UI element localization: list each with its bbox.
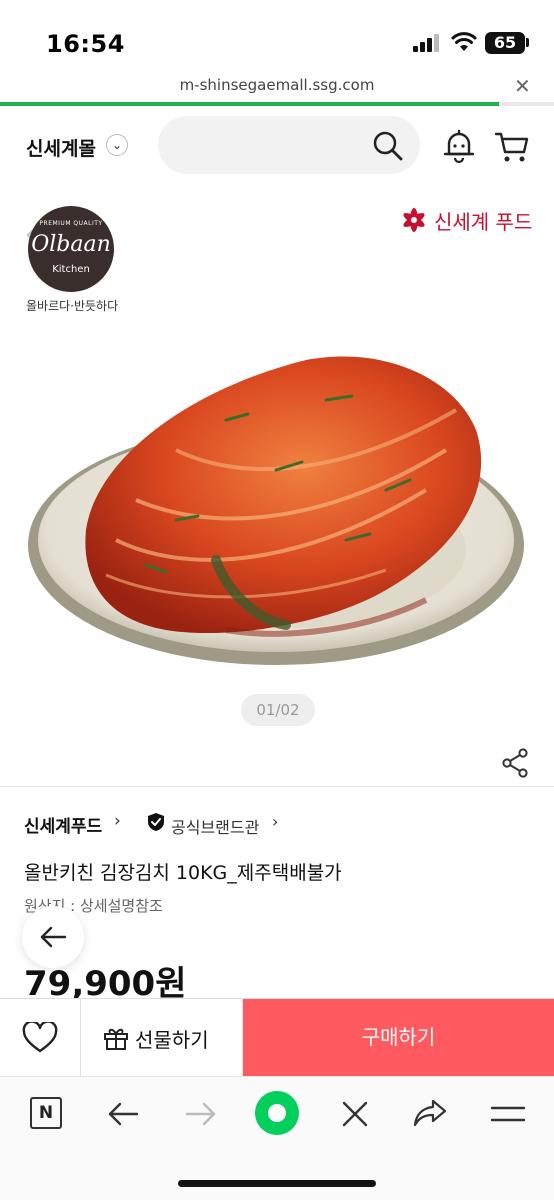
chevron-right-icon[interactable]: ›: [272, 812, 278, 831]
home-button[interactable]: [255, 1091, 299, 1135]
product-image[interactable]: [26, 340, 526, 680]
product-title: 올반키친 김장김치 10KG_제주택배불가: [24, 862, 342, 884]
battery-indicator: 65: [485, 32, 525, 54]
seller-name[interactable]: 신세계푸드: [24, 812, 102, 837]
url-text[interactable]: m-shinsegaemall.ssg.com: [0, 76, 554, 94]
load-progress-bar: [0, 102, 499, 106]
flower-icon: [403, 208, 425, 232]
cart-icon[interactable]: [494, 130, 530, 164]
carousel-pager: 01/02: [241, 694, 315, 726]
forward-arrow-icon[interactable]: [185, 1100, 217, 1128]
shield-check-icon: [148, 813, 164, 831]
chevron-down-icon[interactable]: ⌄: [106, 134, 128, 156]
section-divider: [0, 786, 554, 787]
share-arrow-icon[interactable]: [413, 1098, 447, 1128]
status-time: 16:54: [46, 30, 125, 58]
menu-icon[interactable]: [490, 1102, 526, 1126]
close-icon[interactable]: [340, 1099, 370, 1129]
olbaan-logo-name: Olbaan: [31, 232, 111, 257]
official-brand-link[interactable]: 공식브랜드관: [171, 814, 259, 838]
wifi-icon: [451, 32, 477, 51]
gift-button-label: 선물하기: [135, 1028, 209, 1052]
bell-icon[interactable]: [440, 128, 478, 164]
heart-icon: [22, 1022, 58, 1053]
back-arrow-icon: [40, 926, 67, 948]
home-indicator: [178, 1180, 376, 1187]
back-arrow-icon[interactable]: [107, 1100, 139, 1128]
gift-icon: [104, 1028, 128, 1050]
signal-icon: [413, 34, 439, 52]
chevron-right-icon[interactable]: ›: [114, 811, 121, 831]
mall-logo[interactable]: 신세계몰: [26, 134, 96, 161]
share-icon[interactable]: [501, 748, 529, 778]
olbaan-logo-top: PREMIUM QUALITY: [39, 220, 103, 227]
naver-n-button[interactable]: N: [30, 1097, 62, 1129]
close-icon[interactable]: ✕: [514, 74, 531, 98]
olbaan-logo-sub: Kitchen: [52, 264, 90, 275]
wishlist-button[interactable]: [0, 999, 81, 1076]
olbaan-logo: PREMIUM QUALITY Olbaan Kitchen: [28, 206, 114, 292]
home-dot: [268, 1104, 286, 1122]
battery-nub: [526, 38, 529, 47]
buy-button[interactable]: 구매하기: [243, 999, 554, 1076]
search-icon[interactable]: [372, 130, 404, 162]
gift-button[interactable]: 선물하기: [81, 999, 243, 1076]
partner-brand-name: 신세계 푸드: [434, 210, 533, 234]
olbaan-tagline: 올바르다·반듯하다: [26, 299, 119, 313]
